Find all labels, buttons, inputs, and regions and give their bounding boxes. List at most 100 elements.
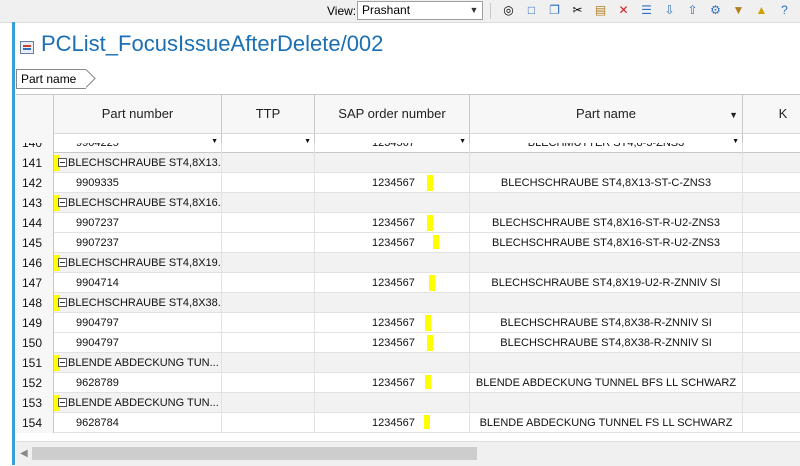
cell-sap-order-number[interactable]	[315, 153, 470, 173]
collapse-icon[interactable]	[58, 358, 67, 367]
cell-sap-order-number[interactable]: 1234567	[315, 143, 470, 153]
cell-part-number[interactable]: 9907237	[54, 213, 222, 233]
settings-icon[interactable]: ⚙	[707, 2, 724, 19]
table-row-partial[interactable]: 140 9904225 1234567 BLECHMUTTER ST4,8-3-…	[16, 143, 800, 153]
view-select[interactable]: Prashant ▼	[357, 1, 483, 20]
group-cell[interactable]: BLECHSCHRAUBE ST4,8X38...	[54, 293, 222, 313]
cell-ttp[interactable]	[222, 233, 315, 253]
help-icon[interactable]: ?	[776, 2, 793, 19]
collapse-icon[interactable]	[58, 298, 67, 307]
new-row-icon[interactable]: □	[523, 2, 540, 19]
group-row[interactable]: 143 BLECHSCHRAUBE ST4,8X16...	[16, 193, 800, 213]
cell-part-number[interactable]: 9628789	[54, 373, 222, 393]
scrollbar-thumb[interactable]	[32, 447, 477, 460]
cell-ttp[interactable]	[222, 313, 315, 333]
table-row[interactable]: 150 9904797 1234567 BLECHSCHRAUBE ST4,8X38-…	[16, 333, 800, 353]
cell-ttp[interactable]	[222, 333, 315, 353]
cell-part-number[interactable]: 9904797	[54, 313, 222, 333]
cell-part-name[interactable]	[470, 153, 743, 173]
table-row[interactable]: 149 9904797 1234567 BLECHSCHRAUBE ST4,8X38-…	[16, 313, 800, 333]
cell-part-name[interactable]: BLECHMUTTER ST4,8-3-ZNS3	[470, 143, 743, 153]
cell-sap-order-number[interactable]: 1234567	[315, 413, 470, 433]
cell-ttp[interactable]	[222, 353, 315, 373]
collapse-icon[interactable]	[58, 198, 67, 207]
cell-part-name[interactable]: BLECHSCHRAUBE ST4,8X38-R-ZNNIV SI	[470, 333, 743, 353]
collapse-icon[interactable]	[58, 258, 67, 267]
cell-sap-order-number[interactable]: 1234567	[315, 233, 470, 253]
import-icon[interactable]: ⇩	[661, 2, 678, 19]
table-row[interactable]: 144 9907237 1234567 BLECHSCHRAUBE ST4,8X16-…	[16, 213, 800, 233]
table-row[interactable]: 145 9907237 1234567 BLECHSCHRAUBE ST4,8X16-…	[16, 233, 800, 253]
group-row[interactable]: 153 BLENDE ABDECKUNG TUN...	[16, 393, 800, 413]
cell-part-name[interactable]	[470, 253, 743, 273]
group-cell[interactable]: BLENDE ABDECKUNG TUN...	[54, 353, 222, 373]
horizontal-scrollbar[interactable]: ◀	[16, 441, 800, 466]
table-row[interactable]: 152 9628789 1234567 BLENDE ABDECKUNG TUNNEL…	[16, 373, 800, 393]
cut-icon[interactable]: ✂	[569, 2, 586, 19]
cell-part-name[interactable]: BLECHSCHRAUBE ST4,8X13-ST-C-ZNS3	[470, 173, 743, 193]
cell-part-name[interactable]: BLECHSCHRAUBE ST4,8X19-U2-R-ZNNIV SI	[470, 273, 743, 293]
cell-ttp[interactable]	[222, 273, 315, 293]
column-header-part-name[interactable]: Part name ▼	[470, 95, 743, 133]
column-header-part-number[interactable]: Part number	[54, 95, 222, 133]
cell-sap-order-number[interactable]	[315, 193, 470, 213]
delete-icon[interactable]: ✕	[615, 2, 632, 19]
cell-part-name[interactable]: BLENDE ABDECKUNG TUNNEL BFS LL SCHWARZ	[470, 373, 743, 393]
table-row[interactable]: 154 9628784 1234567 BLENDE ABDECKUNG TUNNEL…	[16, 413, 800, 433]
group-cell[interactable]: BLECHSCHRAUBE ST4,8X13...	[54, 153, 222, 173]
collapse-icon[interactable]	[58, 398, 67, 407]
cell-part-number[interactable]: 9904797	[54, 333, 222, 353]
cell-part-number[interactable]: 9628784	[54, 413, 222, 433]
group-cell[interactable]: BLENDE ABDECKUNG TUN...	[54, 393, 222, 413]
cell-ttp[interactable]	[222, 393, 315, 413]
group-row[interactable]: 148 BLECHSCHRAUBE ST4,8X38...	[16, 293, 800, 313]
column-header-ttp[interactable]: TTP	[222, 95, 315, 133]
group-row[interactable]: 141 BLECHSCHRAUBE ST4,8X13...	[16, 153, 800, 173]
cell-part-name[interactable]	[470, 193, 743, 213]
cell-part-name[interactable]	[470, 393, 743, 413]
group-row[interactable]: 146 BLECHSCHRAUBE ST4,8X19...	[16, 253, 800, 273]
filter-icon[interactable]: ▼	[730, 2, 747, 19]
group-row[interactable]: 151 BLENDE ABDECKUNG TUN...	[16, 353, 800, 373]
cell-sap-order-number[interactable]	[315, 293, 470, 313]
cell-ttp[interactable]	[222, 253, 315, 273]
cell-part-name[interactable]	[470, 353, 743, 373]
export-icon[interactable]: ⇧	[684, 2, 701, 19]
cell-ttp[interactable]	[222, 293, 315, 313]
paste-icon[interactable]: ▤	[592, 2, 609, 19]
group-cell[interactable]: BLECHSCHRAUBE ST4,8X16...	[54, 193, 222, 213]
group-cell[interactable]: BLECHSCHRAUBE ST4,8X19...	[54, 253, 222, 273]
cell-sap-order-number[interactable]: 1234567	[315, 173, 470, 193]
copy-icon[interactable]: ❐	[546, 2, 563, 19]
cell-part-name[interactable]: BLECHSCHRAUBE ST4,8X16-ST-R-U2-ZNS3	[470, 213, 743, 233]
cell-part-name[interactable]	[470, 293, 743, 313]
cell-ttp[interactable]	[222, 153, 315, 173]
binoculars-icon[interactable]: ◎	[500, 2, 517, 19]
cell-sap-order-number[interactable]: 1234567	[315, 273, 470, 293]
cell-sap-order-number[interactable]	[315, 393, 470, 413]
cell-sap-order-number[interactable]	[315, 353, 470, 373]
table-row[interactable]: 142 9909335 1234567 BLECHSCHRAUBE ST4,8X13-…	[16, 173, 800, 193]
cell-ttp[interactable]	[222, 213, 315, 233]
tree-icon[interactable]: ☰	[638, 2, 655, 19]
cell-ttp[interactable]	[222, 373, 315, 393]
cell-sap-order-number[interactable]	[315, 253, 470, 273]
breadcrumb[interactable]: Part name	[16, 69, 87, 89]
column-header-k[interactable]: K	[743, 95, 800, 133]
cell-part-name[interactable]: BLECHSCHRAUBE ST4,8X16-ST-R-U2-ZNS3	[470, 233, 743, 253]
cell-part-number[interactable]: 9909335	[54, 173, 222, 193]
cell-part-number[interactable]: 9904225	[54, 143, 222, 153]
cell-part-number[interactable]: 9907237	[54, 233, 222, 253]
column-header-sap-order-number[interactable]: SAP order number	[315, 95, 470, 133]
cell-part-name[interactable]: BLECHSCHRAUBE ST4,8X38-R-ZNNIV SI	[470, 313, 743, 333]
table-row[interactable]: 147 9904714 1234567 BLECHSCHRAUBE ST4,8X19-…	[16, 273, 800, 293]
cell-ttp[interactable]	[222, 413, 315, 433]
cell-sap-order-number[interactable]: 1234567	[315, 213, 470, 233]
cell-sap-order-number[interactable]: 1234567	[315, 313, 470, 333]
cell-ttp[interactable]	[222, 193, 315, 213]
highlight-icon[interactable]: ▲	[753, 2, 770, 19]
collapse-icon[interactable]	[58, 158, 67, 167]
cell-ttp[interactable]	[222, 143, 315, 153]
cell-part-number[interactable]: 9904714	[54, 273, 222, 293]
sort-indicator-icon[interactable]: ▼	[729, 110, 738, 120]
